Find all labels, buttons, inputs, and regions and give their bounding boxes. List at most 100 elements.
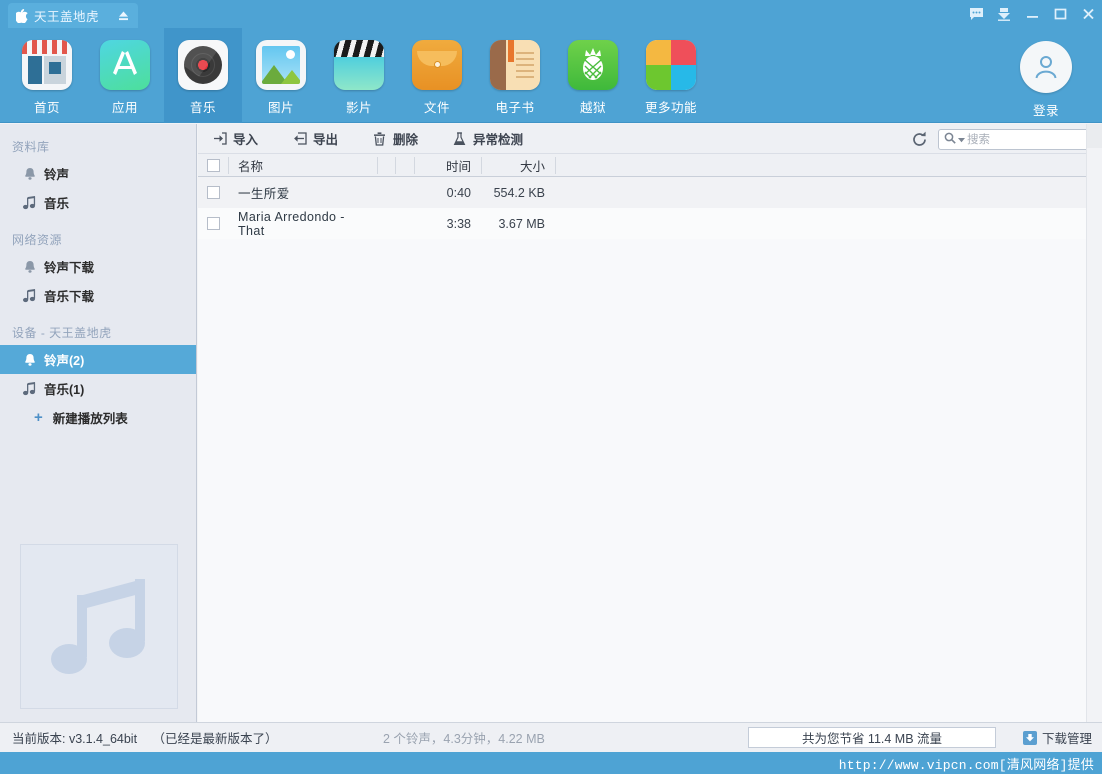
nav-item-videos[interactable]: 影片 <box>320 28 398 123</box>
nav-label: 文件 <box>423 101 450 115</box>
search-icon <box>944 132 956 147</box>
sidebar-item-device-ringtones[interactable]: 铃声(2) <box>0 345 196 374</box>
anomaly-detection-button[interactable]: 异常检测 <box>450 124 535 154</box>
table-row[interactable]: 一生所爱 0:40 554.2 KB <box>198 177 1102 208</box>
import-button[interactable]: 导入 <box>210 124 270 154</box>
plus-icon: + <box>34 409 43 426</box>
download-manager-label: 下载管理 <box>1041 732 1092 746</box>
row-size: 3.67 MB <box>498 216 545 231</box>
sidebar-group-title: 设备 - 天王盖地虎 <box>12 326 112 340</box>
window-controls <box>962 0 1102 28</box>
nav-label: 更多功能 <box>644 101 697 115</box>
sidebar-item-label: 音乐(1) <box>44 383 85 397</box>
action-label: 异常检测 <box>473 133 524 147</box>
minimize-icon[interactable] <box>1018 0 1046 28</box>
apple-icon <box>14 8 29 23</box>
import-icon <box>212 131 227 146</box>
version-info: 当前版本: v3.1.4_64bit （已经是最新版本了） <box>12 728 278 747</box>
download-manager-button[interactable]: 下载管理 <box>1022 728 1092 747</box>
title-bar: 天王盖地虎 <box>0 0 1102 28</box>
music-note-icon <box>22 381 37 396</box>
select-all-checkbox[interactable] <box>198 158 228 172</box>
app-window: 天王盖地虎 首页 应用 音乐 图片 影片 文件 电子书 越狱 更多功能 登录 资… <box>0 0 1102 774</box>
store-icon <box>22 40 72 90</box>
sidebar-item-ringtones[interactable]: 铃声 <box>0 159 196 188</box>
action-label: 导出 <box>313 133 339 147</box>
row-checkbox[interactable] <box>198 217 228 230</box>
content-area: 导入 导出 删除 异常检测 搜索 名称 时间 大小 一生所爱 0:40 554.… <box>198 124 1102 722</box>
flask-icon <box>452 131 467 146</box>
sidebar-item-label: 铃声下载 <box>44 261 95 275</box>
nav-item-music[interactable]: 音乐 <box>164 28 242 123</box>
trash-icon <box>372 131 387 146</box>
version-text: 当前版本: v3.1.4_64bit <box>12 732 138 746</box>
sidebar-item-music[interactable]: 音乐 <box>0 188 196 217</box>
nav-label: 影片 <box>345 101 372 115</box>
download-icon[interactable] <box>990 0 1018 28</box>
login-button[interactable]: 登录 <box>1006 28 1086 123</box>
nav-item-photos[interactable]: 图片 <box>242 28 320 123</box>
pineapple-icon <box>568 40 618 90</box>
photo-icon <box>256 40 306 90</box>
sidebar-item-label: 音乐下载 <box>44 290 95 304</box>
maximize-icon[interactable] <box>1046 0 1074 28</box>
nav-item-files[interactable]: 文件 <box>398 28 476 123</box>
action-label: 删除 <box>393 133 419 147</box>
sidebar-group-title: 资料库 <box>12 140 50 154</box>
sidebar-item-label: 音乐 <box>44 197 70 211</box>
nav-item-ebooks[interactable]: 电子书 <box>476 28 554 123</box>
toolbar-right-tools: 搜索 <box>908 124 1094 154</box>
bell-icon <box>22 259 37 274</box>
music-note-icon <box>22 195 37 210</box>
envelope-icon <box>412 40 462 90</box>
row-checkbox[interactable] <box>198 186 228 199</box>
main-navigation: 首页 应用 音乐 图片 影片 文件 电子书 越狱 更多功能 登录 <box>0 28 1102 123</box>
sidebar-item-new-playlist[interactable]: + 新建播放列表 <box>0 403 196 432</box>
nav-item-more[interactable]: 更多功能 <box>632 28 710 123</box>
nav-label: 首页 <box>33 101 60 115</box>
saved-traffic-box: 共为您节省 11.4 MB 流量 <box>748 727 996 748</box>
appstore-icon <box>100 40 150 90</box>
bell-icon <box>22 166 37 181</box>
row-name: Maria Arredondo - That <box>238 209 345 238</box>
action-toolbar: 导入 导出 删除 异常检测 搜索 <box>198 124 1102 154</box>
nav-items: 首页 应用 音乐 图片 影片 文件 电子书 越狱 更多功能 <box>8 28 710 123</box>
eject-icon[interactable] <box>117 9 130 22</box>
bell-icon <box>22 352 37 367</box>
column-header-name[interactable]: 名称 <box>228 156 375 175</box>
sidebar: 资料库 铃声 音乐 网络资源 铃声下载 音乐下载 设备 - 天王盖地虎 铃声(2… <box>0 124 197 722</box>
table-body: 一生所爱 0:40 554.2 KB Maria Arredondo - Tha… <box>198 177 1102 239</box>
export-icon <box>292 131 307 146</box>
sidebar-item-device-music[interactable]: 音乐(1) <box>0 374 196 403</box>
search-placeholder: 搜索 <box>967 134 990 146</box>
status-bar: 当前版本: v3.1.4_64bit （已经是最新版本了） 2 个铃声，4.3分… <box>0 722 1102 752</box>
download-arrow-icon <box>1022 730 1037 745</box>
export-button[interactable]: 导出 <box>290 124 350 154</box>
refresh-icon[interactable] <box>908 128 930 150</box>
vertical-scrollbar[interactable] <box>1086 124 1102 722</box>
album-art-placeholder <box>20 544 178 709</box>
sidebar-item-label: 新建播放列表 <box>52 412 128 426</box>
message-icon[interactable] <box>962 0 990 28</box>
nav-item-apps[interactable]: 应用 <box>86 28 164 123</box>
vinyl-record-icon <box>178 40 228 90</box>
device-tab[interactable]: 天王盖地虎 <box>8 3 138 28</box>
column-header-size[interactable]: 大小 <box>479 156 553 175</box>
search-input[interactable]: 搜索 <box>938 128 1094 150</box>
column-header-time[interactable]: 时间 <box>412 156 479 175</box>
close-icon[interactable] <box>1074 0 1102 28</box>
delete-button[interactable]: 删除 <box>370 124 430 154</box>
nav-item-home[interactable]: 首页 <box>8 28 86 123</box>
sidebar-item-ringtone-download[interactable]: 铃声下载 <box>0 252 196 281</box>
caret-down-icon[interactable] <box>958 132 965 146</box>
sidebar-item-label: 铃声 <box>44 168 70 182</box>
table-row[interactable]: Maria Arredondo - That 3:38 3.67 MB <box>198 208 1102 239</box>
music-note-icon <box>22 288 37 303</box>
book-icon <box>490 40 540 90</box>
nav-label: 图片 <box>267 101 294 115</box>
nav-label: 音乐 <box>189 101 216 115</box>
user-avatar-icon <box>1020 41 1072 93</box>
nav-item-jailbreak[interactable]: 越狱 <box>554 28 632 123</box>
sidebar-item-music-download[interactable]: 音乐下载 <box>0 281 196 310</box>
selection-summary: 2 个铃声，4.3分钟，4.22 MB <box>383 732 545 746</box>
